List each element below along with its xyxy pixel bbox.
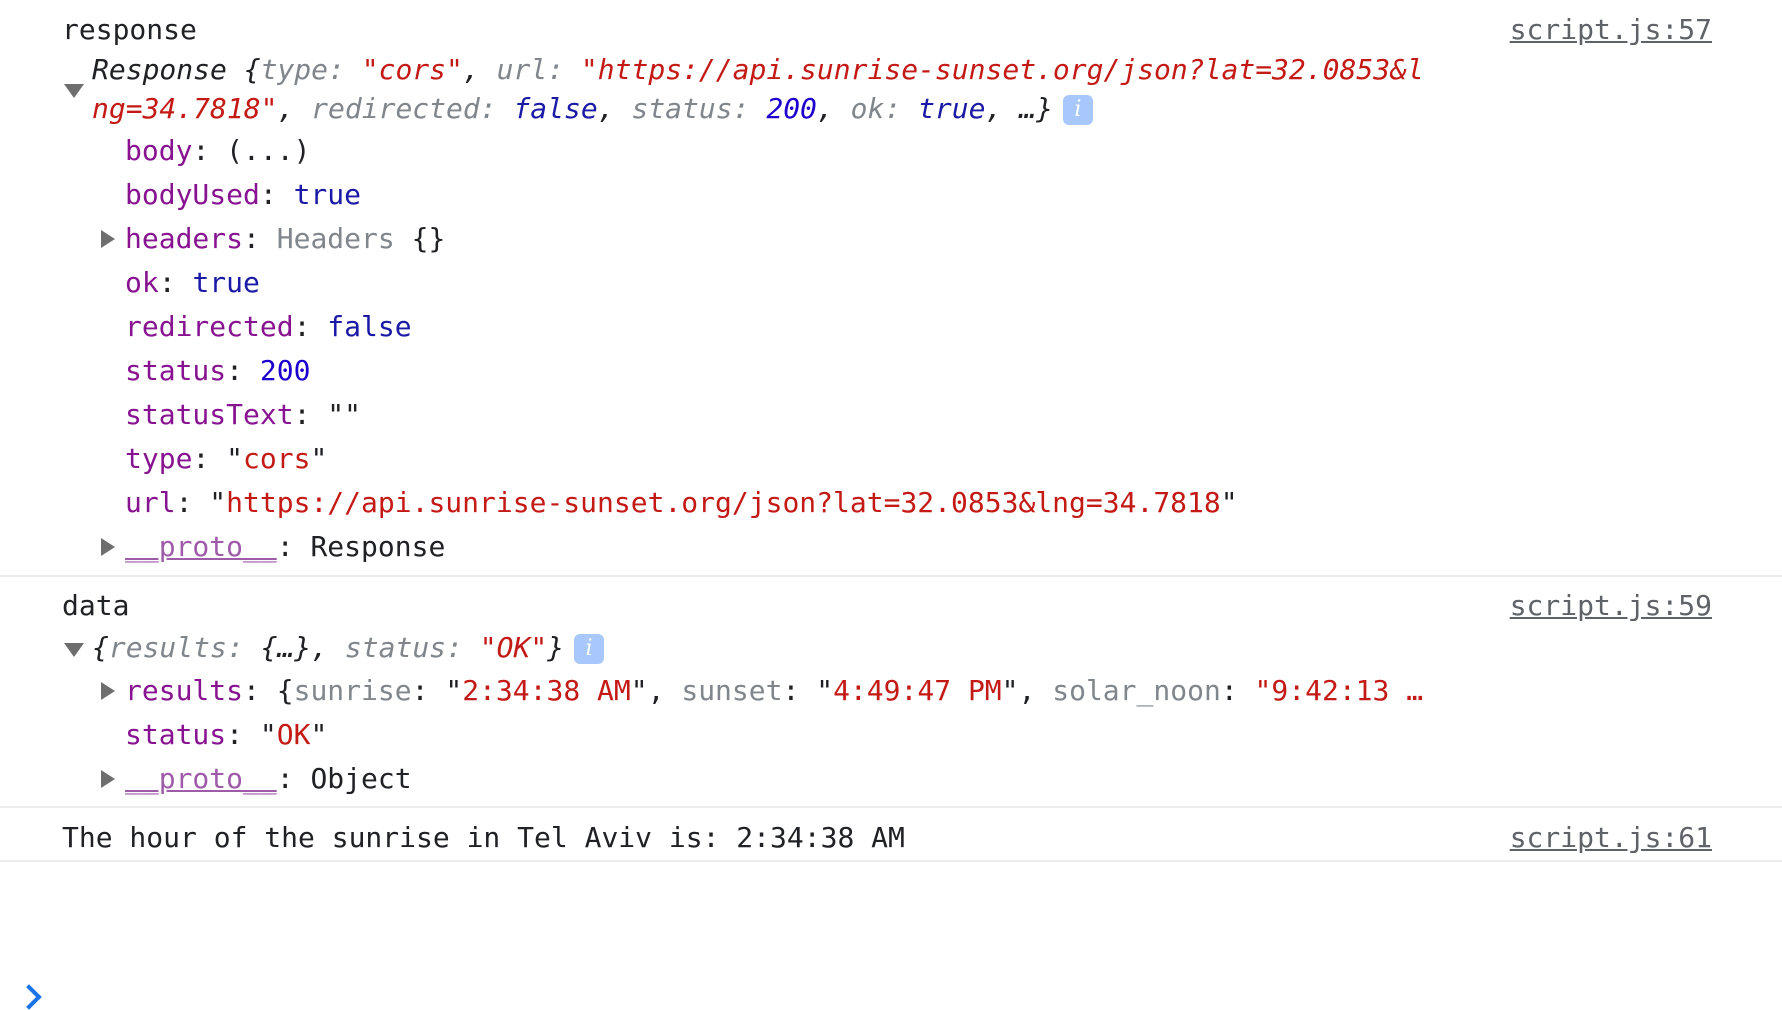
prop-results[interactable]: results: {sunrise: "2:34:38 AM", sunset:…	[125, 671, 1423, 711]
source-link-59[interactable]: script.js:59	[1510, 586, 1712, 626]
expand-right-icon[interactable]	[101, 770, 115, 788]
info-icon[interactable]: i	[1062, 95, 1093, 125]
response-summary-line1[interactable]: Response {type: "cors", url: "https://ap…	[92, 50, 1424, 90]
summary-value: ng=34.7818"	[92, 92, 278, 125]
expand-toggle-icon[interactable]	[64, 84, 84, 98]
log-label-response: response	[62, 13, 197, 46]
prop-body: body: (...)	[125, 134, 311, 167]
log-label-data: data	[62, 589, 130, 622]
info-icon[interactable]: i	[574, 634, 605, 664]
source-link-57[interactable]: script.js:57	[1510, 10, 1712, 50]
prop-type: type: "cors"	[125, 442, 328, 475]
prop-redirected: redirected: false	[125, 310, 412, 343]
prop-url: url: "https://api.sunrise-sunset.org/jso…	[125, 486, 1238, 519]
log-message-sunrise: The hour of the sunrise in Tel Aviv is: …	[62, 821, 905, 854]
entry-divider	[0, 806, 1782, 808]
summary-key: status	[631, 92, 733, 125]
summary-value: "cors"	[361, 53, 463, 86]
prop-proto[interactable]: __proto__: Response	[125, 527, 445, 567]
summary-key: type	[260, 53, 329, 86]
summary-key: url	[496, 53, 548, 86]
summary-suffix: , …}	[985, 92, 1053, 125]
summary-value: false	[513, 92, 598, 125]
prop-headers[interactable]: headers: Headers {}	[125, 219, 445, 259]
expand-right-icon[interactable]	[101, 682, 115, 700]
entry-divider	[0, 860, 1782, 862]
expand-right-icon[interactable]	[101, 538, 115, 556]
entry-divider	[0, 575, 1782, 577]
console-prompt-icon[interactable]	[16, 984, 42, 1010]
summary-key: redirected	[311, 92, 480, 125]
prop-proto[interactable]: __proto__: Object	[125, 759, 412, 799]
summary-key: ok	[850, 92, 885, 125]
prop-status: status: 200	[125, 354, 311, 387]
response-summary-line2[interactable]: ng=34.7818", redirected: false, status: …	[92, 89, 1093, 129]
summary-value: "https://api.sunrise-sunset.org/json?lat…	[580, 53, 1424, 86]
prop-bodyUsed: bodyUsed: true	[125, 178, 362, 211]
prop-status: status: "OK"	[125, 718, 328, 751]
data-summary[interactable]: {results: {…}, status: "OK"} i	[92, 628, 605, 668]
prop-ok: ok: true	[125, 266, 260, 299]
expand-right-icon[interactable]	[101, 230, 115, 248]
expand-toggle-icon[interactable]	[64, 643, 84, 657]
lazy-getter[interactable]: (...)	[226, 134, 310, 167]
prop-statusText: statusText: ""	[125, 398, 362, 431]
url-link[interactable]: https://api.sunrise-sunset.org/json?lat=…	[226, 486, 1221, 519]
summary-value: 200	[766, 92, 817, 125]
source-link-61[interactable]: script.js:61	[1510, 818, 1712, 858]
summary-value: true	[918, 92, 986, 125]
summary-prefix: Response {	[92, 53, 261, 86]
